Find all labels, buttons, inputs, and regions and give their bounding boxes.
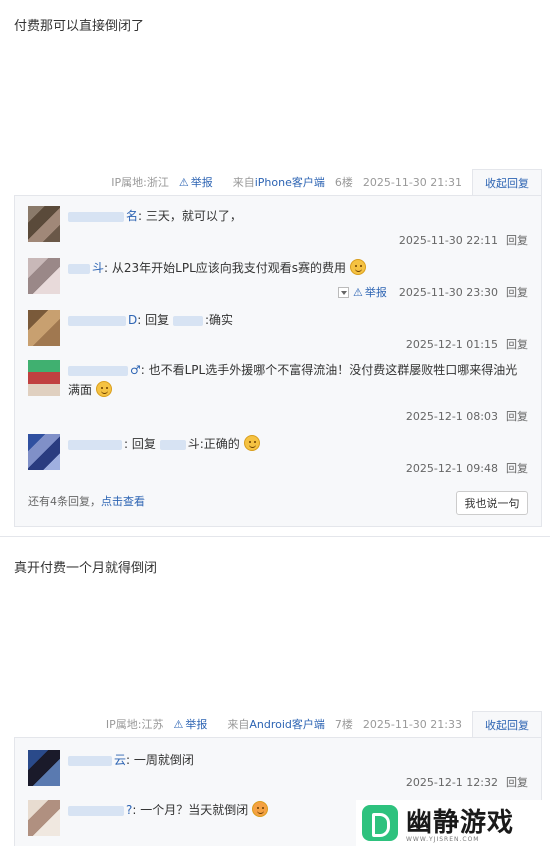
emoji-icon [252,801,269,817]
reply-time: 2025-11-30 22:11 [398,233,498,247]
avatar[interactable] [28,434,60,470]
avatar[interactable] [28,360,60,396]
reply-time: 2025-12-1 01:15 [405,337,498,351]
report-link[interactable]: ⚠ 举报 [338,284,387,300]
reply-time: 2025-12-1 12:32 [405,775,498,789]
username[interactable] [68,263,90,274]
more-replies: 还有4条回复，点击查看 [28,495,145,508]
warning-icon: ⚠ [353,285,363,299]
emoji-icon [243,435,260,451]
avatar[interactable] [28,206,60,242]
reply-text: : 回复 [137,313,170,327]
ip-location: IP属地:浙江 [111,176,169,189]
reply-time: 2025-12-1 09:48 [405,461,498,475]
reply-text: : 从23年开始LPL应该向我支付观看s赛的费用 [104,261,347,275]
reply-footer: 2025-12-1 01:15 回复 [406,336,528,352]
post-time: 2025-11-30 21:31 [362,175,462,189]
reply-button[interactable]: 回复 [506,232,528,248]
reply-time: 2025-12-1 08:03 [405,409,498,423]
divider [0,536,550,537]
reply-button[interactable]: 回复 [506,336,528,352]
reply-button[interactable]: 回复 [506,408,528,424]
ip-location: IP属地:江苏 [105,718,164,731]
client-source: 来自Android客户端 [227,718,325,731]
watermark-logo: 幽静游戏 WWW.YJISREN.COM [356,800,550,846]
view-more-link[interactable]: 点击查看 [101,495,145,508]
reply-text: : 一周就倒闭 [126,753,194,767]
dropdown-icon[interactable] [338,286,349,298]
reply-footer: 2025-12-1 08:03 回复 [406,408,528,424]
post-meta: IP属地:浙江 ⚠ 举报 来自iPhone客户端 6楼 2025-11-30 2… [111,169,542,195]
reply-text: : 回复 [124,437,156,451]
logo-subtitle: WWW.YJISREN.COM [406,836,480,843]
avatar[interactable] [28,750,60,786]
list-item: 云: 一周就倒闭 2025-12-1 12:32 回复 [28,750,528,796]
report-link[interactable]: ⚠ 举报 [179,174,223,190]
username[interactable] [68,315,126,326]
floor-number: 6楼 [334,176,353,189]
list-item: D: 回复 :确实 2025-12-1 01:15 回复 [28,310,528,356]
post-text: 真开付费一个月就得倒闭 [14,561,158,576]
post-meta: IP属地:江苏 ⚠ 举报 来自Android客户端 7楼 2025-11-30 … [106,711,542,737]
list-item: : 回复 斗:正确的 2025-12-1 09:48 回复 [28,434,528,480]
list-item: 斗: 从23年开始LPL应该向我支付观看s赛的费用 ⚠ 举报 2025-11-30… [28,258,528,304]
username[interactable] [68,805,124,816]
username[interactable] [68,439,122,450]
collapse-replies-button[interactable]: 收起回复 [472,169,542,195]
reply-button[interactable]: 回复 [506,460,528,476]
reply-button[interactable]: 回复 [506,774,528,790]
add-reply-button[interactable]: 我也说一句 [456,491,528,515]
list-item: ♂: 也不看LPL选手外援哪个不富得流油！没付费这群屡败牲口哪来得油光满面 20… [28,360,528,426]
post-time: 2025-11-30 21:33 [362,717,462,731]
reply-footer: 2025-11-30 22:11 回复 [399,232,528,248]
emoji-icon [95,381,112,397]
avatar[interactable] [28,310,60,346]
floor-number: 7楼 [334,718,353,731]
logo-icon [362,805,398,841]
report-link[interactable]: ⚠ 举报 [173,716,217,732]
reply-button[interactable]: 回复 [506,284,528,300]
warning-icon: ⚠ [178,175,189,189]
logo-title: 幽静游戏 [406,808,515,838]
reply-footer: 2025-12-1 09:48 回复 [406,460,528,476]
username[interactable] [68,755,112,766]
avatar[interactable] [28,258,60,294]
avatar[interactable] [28,800,60,836]
client-source: 来自iPhone客户端 [232,176,325,189]
reply-text: : 三天，就可以了， [138,209,242,223]
reply-footer: ⚠ 举报 2025-11-30 23:30 回复 [338,284,528,300]
post-text: 付费那可以直接倒闭了 [14,19,145,34]
list-item: 名: 三天，就可以了， 2025-11-30 22:11 回复 [28,206,528,252]
collapse-replies-button[interactable]: 收起回复 [472,711,542,737]
reply-time: 2025-11-30 23:30 [398,285,498,299]
username[interactable] [68,211,124,222]
reply-text: : 一个月？当天就倒闭 [132,803,249,817]
username[interactable] [68,365,128,376]
mention-username[interactable] [172,315,203,326]
emoji-icon [349,259,366,275]
warning-icon: ⚠ [173,717,184,731]
mention-username[interactable] [159,439,186,450]
reply-footer: 2025-12-1 12:32 回复 [406,774,528,790]
